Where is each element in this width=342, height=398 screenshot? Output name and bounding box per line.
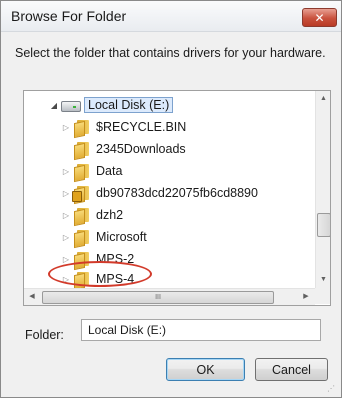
tree-item-label: Data xyxy=(96,164,123,178)
ok-button[interactable]: OK xyxy=(166,358,245,381)
tree-item-label: 2345Downloads xyxy=(96,142,186,156)
tree-item-db90783[interactable]: ▷ db90783dcd22075fb6cd8890 xyxy=(60,182,330,205)
vertical-scrollbar[interactable]: ▲ ▼ xyxy=(315,91,330,288)
tree-item-microsoft[interactable]: ▷ Microsoft xyxy=(60,226,330,249)
tree-item-label: $RECYCLE.BIN xyxy=(96,120,187,134)
folder-icon xyxy=(72,229,92,249)
folder-icon xyxy=(72,271,92,291)
cancel-button[interactable]: Cancel xyxy=(255,358,328,381)
scroll-up-icon[interactable]: ▲ xyxy=(316,91,330,107)
folder-icon xyxy=(72,251,92,271)
expanded-arrow-icon[interactable]: ◢ xyxy=(48,101,60,110)
collapsed-arrow-icon[interactable]: ▷ xyxy=(60,211,72,220)
folder-icon xyxy=(72,163,92,183)
tree-item-label: MPS-4 xyxy=(96,272,135,286)
vertical-scroll-thumb[interactable] xyxy=(317,213,330,237)
folder-icon xyxy=(72,207,92,227)
tree-item-recycle-bin[interactable]: ▷ $RECYCLE.BIN xyxy=(60,116,330,139)
horizontal-scrollbar[interactable]: ◀ III ▶ xyxy=(24,288,315,305)
dialog-title: Browse For Folder xyxy=(11,8,127,24)
collapsed-arrow-icon[interactable]: ▷ xyxy=(60,167,72,176)
title-bar[interactable]: Browse For Folder ✕ xyxy=(1,1,341,32)
tree-item-dzh2[interactable]: ▷ dzh2 xyxy=(60,204,330,227)
collapsed-arrow-icon[interactable]: ▷ xyxy=(60,123,72,132)
collapsed-arrow-icon[interactable]: ▷ xyxy=(60,189,72,198)
close-icon: ✕ xyxy=(314,10,325,25)
close-button[interactable]: ✕ xyxy=(302,8,337,27)
folder-label: Folder: xyxy=(25,328,64,342)
tree-item-local-disk[interactable]: ◢ Local Disk (E:) xyxy=(48,94,328,116)
locked-folder-icon xyxy=(72,185,92,205)
disk-icon xyxy=(60,97,81,113)
collapsed-arrow-icon[interactable]: ▷ xyxy=(60,275,72,284)
resize-grip-icon[interactable]: ⋰ xyxy=(327,384,335,393)
tree-item-label: db90783dcd22075fb6cd8890 xyxy=(96,186,258,200)
tree-item-mps-4[interactable]: ▷ MPS-4 xyxy=(60,268,330,291)
tree-item-label: Microsoft xyxy=(96,230,147,244)
tree-item-data[interactable]: ▷ Data xyxy=(60,160,330,183)
scroll-down-icon[interactable]: ▼ xyxy=(316,272,330,288)
browse-for-folder-dialog: Browse For Folder ✕ Select the folder th… xyxy=(0,0,342,398)
scroll-right-icon[interactable]: ▶ xyxy=(298,289,314,305)
collapsed-arrow-icon[interactable]: ▷ xyxy=(60,233,72,242)
tree-item-label: Local Disk (E:) xyxy=(84,97,174,113)
folder-field[interactable] xyxy=(81,319,321,341)
scroll-left-icon[interactable]: ◀ xyxy=(24,289,40,305)
tree-item-label: dzh2 xyxy=(96,208,124,222)
collapsed-arrow-icon[interactable]: ▷ xyxy=(60,255,72,264)
tree-item-label: MPS-2 xyxy=(96,252,135,266)
folder-icon xyxy=(72,119,92,139)
horizontal-scroll-thumb[interactable]: III xyxy=(42,291,274,304)
folder-icon xyxy=(72,141,92,161)
instruction-text: Select the folder that contains drivers … xyxy=(15,46,326,60)
tree-item-2345downloads[interactable]: 2345Downloads xyxy=(60,138,330,161)
folder-tree[interactable]: ◢ Local Disk (E:) ▷ $RECYCLE.BIN 2345Dow… xyxy=(23,90,331,306)
scrollbar-corner xyxy=(315,288,330,304)
tree-item-mps-2[interactable]: ▷ MPS-2 xyxy=(60,248,330,271)
